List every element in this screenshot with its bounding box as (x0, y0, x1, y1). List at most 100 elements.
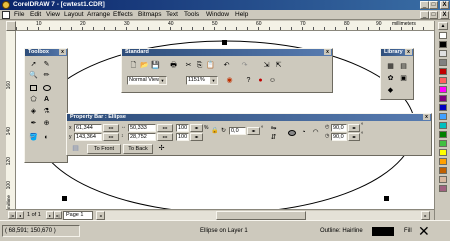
start-angle-field[interactable]: 90,0 (331, 124, 347, 132)
ellipse-mode-icon[interactable] (287, 128, 296, 137)
clipart-icon[interactable]: ✿ (386, 74, 395, 83)
palette-swatch[interactable] (439, 185, 447, 192)
scale-height-field[interactable]: 100 (176, 133, 189, 141)
save-icon[interactable]: 💾 (151, 61, 160, 70)
doc-close-button[interactable]: X (440, 11, 449, 19)
zoom-level-select[interactable]: 1151% ▼ (186, 76, 218, 85)
horizontal-ruler[interactable]: 10 20 30 40 50 60 70 80 90 millimeters (16, 21, 434, 31)
x-spinner[interactable]: ◂ ▸ (103, 124, 119, 132)
palette-swatch[interactable] (439, 59, 447, 66)
view-mode-select[interactable]: Normal View ▼ (127, 76, 167, 85)
convert-to-curves-icon[interactable]: ✢ (157, 144, 166, 153)
menu-help[interactable]: Help (235, 11, 248, 19)
scroll-left-button[interactable]: ◂ (96, 211, 105, 220)
rotation-angle-field[interactable]: 0,0 (229, 127, 246, 135)
maximize-button[interactable]: □ (429, 1, 438, 9)
lock-ratio-icon[interactable]: 🔒 (211, 127, 218, 134)
color-manager-icon[interactable]: ● (256, 76, 265, 85)
interactive-fill-icon[interactable]: ◈ (29, 107, 38, 116)
menu-tools[interactable]: Tools (184, 11, 199, 19)
palette-scroll-up[interactable]: ▲ (438, 22, 448, 30)
palette-swatch[interactable] (439, 41, 447, 48)
width-field[interactable]: 50,333 (128, 124, 156, 132)
end-angle-spinner[interactable]: ◂▸ (348, 133, 360, 141)
symbols-icon[interactable]: ▤ (399, 62, 408, 71)
first-page-button[interactable]: |◂ (8, 211, 16, 219)
next-page-button[interactable]: ▸ (46, 211, 54, 219)
width-spinner[interactable]: ◂ ▸ (157, 124, 173, 132)
palette-swatch[interactable] (439, 167, 447, 174)
scale-height-spinner[interactable]: ◂▸ (190, 133, 203, 141)
scale-width-spinner[interactable]: ◂▸ (190, 124, 203, 132)
copy-icon[interactable]: ⎘ (195, 61, 204, 70)
tutor-icon[interactable]: ☺ (268, 76, 277, 85)
scale-width-field[interactable]: 100 (176, 124, 189, 132)
polygon-tool-icon[interactable]: ⬠ (29, 95, 38, 104)
palette-swatch[interactable] (439, 113, 447, 120)
menu-arrange[interactable]: Arrange (87, 11, 110, 19)
import-icon[interactable]: ⇲ (262, 61, 271, 70)
palette-swatch[interactable] (439, 104, 447, 111)
menu-bitmaps[interactable]: Bitmaps (138, 11, 161, 19)
menu-view[interactable]: View (46, 11, 60, 19)
minimize-button[interactable]: _ (420, 1, 429, 9)
freehand-tool-icon[interactable]: ✏ (42, 71, 51, 80)
scrapbook-icon[interactable]: ▦ (386, 62, 395, 71)
palette-swatch[interactable] (439, 158, 447, 165)
export-icon[interactable]: ⇱ (274, 61, 283, 70)
menu-text[interactable]: Text (166, 11, 178, 19)
outline-tool-icon[interactable]: ✒ (29, 119, 38, 128)
photos-icon[interactable]: ▣ (399, 74, 408, 83)
paste-icon[interactable]: 📋 (206, 61, 215, 70)
start-angle-spinner[interactable]: ◂▸ (348, 124, 360, 132)
ruler-origin[interactable] (6, 21, 16, 31)
x-position-field[interactable]: 61,344 (74, 124, 102, 132)
transparency-tool-icon[interactable]: ◐ (42, 133, 51, 142)
doc-minimize-button[interactable]: _ (420, 11, 429, 19)
menu-effects[interactable]: Effects (113, 11, 133, 19)
fill-tool-icon[interactable]: 🪣 (29, 133, 38, 142)
last-page-button[interactable]: ▸| (54, 211, 62, 219)
corel-application-launcher-icon[interactable]: ◉ (225, 76, 234, 85)
menu-edit[interactable]: Edit (30, 11, 41, 19)
mirror-vertical-icon[interactable]: ⇵ (269, 133, 278, 142)
scroll-right-button[interactable]: ▸ (421, 211, 430, 220)
redo-icon[interactable]: ↷ (240, 61, 249, 70)
palette-swatch[interactable] (439, 50, 447, 57)
horizontal-scrollbar[interactable]: ◂ ▸ (96, 211, 430, 220)
ellipse-tool-icon[interactable] (42, 83, 51, 92)
page-tab[interactable]: Page 1 (63, 211, 93, 220)
height-spinner[interactable]: ◂ ▸ (157, 133, 173, 141)
print-icon[interactable]: 🖶 (169, 61, 178, 70)
whats-this-help-icon[interactable]: ? (244, 76, 253, 85)
text-tool-icon[interactable]: A (42, 95, 51, 104)
pick-tool-icon[interactable]: ➚ (29, 60, 38, 69)
rotation-spinner[interactable]: ◂▸ (247, 127, 260, 135)
palette-swatch[interactable] (439, 32, 447, 39)
palette-swatch[interactable] (439, 68, 447, 75)
y-spinner[interactable]: ◂ ▸ (103, 133, 119, 141)
eyedropper-tool-icon[interactable]: ⚗ (42, 107, 51, 116)
pie-mode-icon[interactable]: ◔ (299, 128, 308, 137)
height-field[interactable]: 28,752 (128, 133, 156, 141)
arc-mode-icon[interactable]: ◠ (311, 128, 320, 137)
zoom-tool-icon[interactable]: 🔍 (29, 71, 38, 80)
undo-icon[interactable]: ↶ (222, 61, 231, 70)
new-icon[interactable]: 🗋 (129, 61, 138, 70)
menu-layout[interactable]: Layout (64, 11, 84, 19)
open-icon[interactable]: 📂 (140, 61, 149, 70)
palette-swatch[interactable] (439, 77, 447, 84)
menu-file[interactable]: File (14, 11, 24, 19)
palette-swatch[interactable] (439, 149, 447, 156)
wrap-text-icon[interactable]: ▤ (71, 144, 80, 153)
menu-window[interactable]: Window (206, 11, 229, 19)
vertical-ruler[interactable]: 160 140 120 100 millimeters (6, 31, 16, 209)
doc-restore-button[interactable]: □ (429, 11, 438, 19)
palette-swatch[interactable] (439, 122, 447, 129)
to-back-button[interactable]: To Back (123, 144, 153, 154)
y-position-field[interactable]: 143,364 (74, 133, 102, 141)
prev-page-button[interactable]: ◂ (16, 211, 24, 219)
pen-tool-icon[interactable]: ⊕ (42, 119, 51, 128)
palette-swatch[interactable] (439, 95, 447, 102)
to-front-button[interactable]: To Front (87, 144, 121, 154)
